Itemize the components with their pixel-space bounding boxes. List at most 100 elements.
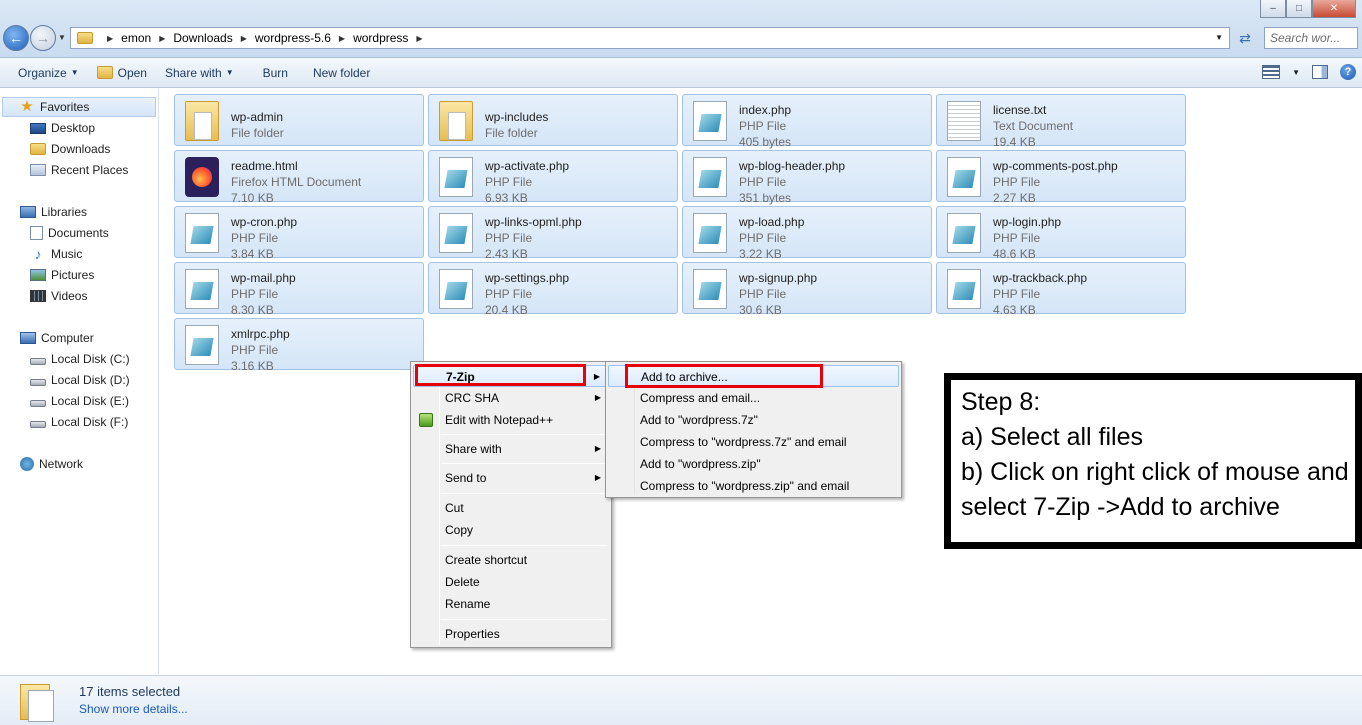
menu-item-properties[interactable]: Properties [413, 623, 609, 645]
sidebar-item-computer[interactable]: Computer [20, 328, 94, 348]
menu-item-crc-sha[interactable]: CRC SHA ▶ [413, 387, 609, 409]
open-label: Open [117, 65, 147, 80]
sidebar-item-disk-e[interactable]: Local Disk (E:) [30, 391, 129, 411]
sidebar-item-disk-f[interactable]: Local Disk (F:) [30, 412, 128, 432]
sidebar-item-label: Pictures [51, 268, 95, 282]
sidebar-item-favorites[interactable]: ★ Favorites [2, 97, 156, 117]
search-input[interactable]: Search wor... [1264, 27, 1358, 49]
php-file-icon [185, 269, 219, 309]
file-item[interactable]: wp-links-opml.php PHP File 2.43 KB [428, 206, 678, 261]
file-item[interactable]: index.php PHP File 405 bytes [682, 94, 932, 149]
breadcrumb-wordpress-5-6[interactable]: wordpress-5.6 [255, 31, 331, 45]
sidebar-item-recent-places[interactable]: Recent Places [30, 160, 128, 180]
menu-item-rename[interactable]: Rename [413, 593, 609, 615]
breadcrumb-wordpress[interactable]: wordpress [353, 31, 408, 45]
file-item[interactable]: wp-mail.php PHP File 8.30 KB [174, 262, 424, 317]
file-item[interactable]: wp-blog-header.php PHP File 351 bytes [682, 150, 932, 205]
sidebar-item-music[interactable]: ♪ Music [30, 244, 83, 264]
sidebar-item-label: Videos [51, 289, 88, 303]
submenu-item-add-zip[interactable]: Add to "wordpress.zip" [608, 453, 899, 475]
address-bar[interactable]: ▶ emon ▶ Downloads ▶ wordpress-5.6 ▶ wor… [70, 27, 1230, 49]
file-item[interactable]: wp-settings.php PHP File 20.4 KB [428, 262, 678, 317]
share-with-button[interactable]: Share with ▼ [156, 58, 243, 88]
file-type: PHP File [485, 231, 533, 245]
refresh-icon[interactable]: ⇄ [1236, 29, 1254, 47]
menu-item-send-to[interactable]: Send to ▶ [413, 467, 609, 489]
new-folder-button[interactable]: New folder [297, 58, 379, 88]
breadcrumb-separator-icon[interactable]: ▶ [107, 34, 113, 43]
submenu-item-compress-7z-email[interactable]: Compress to "wordpress.7z" and email [608, 431, 899, 453]
back-button[interactable]: ← [3, 25, 29, 51]
sidebar-item-disk-d[interactable]: Local Disk (D:) [30, 370, 130, 390]
breadcrumb-downloads[interactable]: Downloads [173, 31, 232, 45]
file-size: 30.6 KB [739, 303, 782, 317]
close-button[interactable]: ✕ [1312, 0, 1356, 18]
forward-button[interactable]: → [30, 25, 56, 51]
file-item[interactable]: wp-signup.php PHP File 30.6 KB [682, 262, 932, 317]
organize-button[interactable]: Organize ▼ [0, 58, 88, 88]
chevron-right-icon: ▶ [594, 393, 601, 402]
burn-button[interactable]: Burn [243, 58, 297, 88]
breadcrumb-emon[interactable]: emon [121, 31, 151, 45]
sidebar-item-network[interactable]: Network [20, 454, 83, 474]
highlight-7zip-box [415, 364, 586, 386]
breadcrumb-separator-icon[interactable]: ▶ [416, 34, 422, 43]
recent-places-icon [30, 164, 46, 176]
sidebar-item-libraries[interactable]: Libraries [20, 202, 87, 222]
file-name: index.php [739, 103, 792, 117]
open-button[interactable]: Open [88, 58, 156, 88]
submenu-item-compress-zip-email[interactable]: Compress to "wordpress.zip" and email [608, 475, 899, 497]
sidebar-item-desktop[interactable]: Desktop [30, 118, 95, 138]
breadcrumb-separator-icon[interactable]: ▶ [159, 34, 165, 43]
file-item[interactable]: xmlrpc.php PHP File 3.16 KB [174, 318, 424, 373]
menu-item-delete[interactable]: Delete [413, 571, 609, 593]
menu-item-label: Delete [445, 575, 480, 589]
sidebar-item-disk-c[interactable]: Local Disk (C:) [30, 349, 130, 369]
sidebar-item-videos[interactable]: Videos [30, 286, 87, 306]
file-item[interactable]: wp-includes File folder [428, 94, 678, 146]
chevron-down-icon[interactable]: ▼ [1292, 68, 1300, 77]
sidebar-item-downloads[interactable]: Downloads [30, 139, 110, 159]
sidebar-item-documents[interactable]: Documents [30, 223, 109, 243]
file-name: wp-trackback.php [993, 271, 1088, 285]
file-name: wp-activate.php [485, 159, 570, 173]
menu-item-copy[interactable]: Copy [413, 519, 609, 541]
help-icon[interactable]: ? [1340, 64, 1356, 80]
file-size: 2.43 KB [485, 247, 528, 261]
preview-pane-icon[interactable] [1312, 65, 1328, 79]
recent-pages-dropdown[interactable]: ▼ [58, 33, 66, 42]
sidebar-item-pictures[interactable]: Pictures [30, 265, 94, 285]
menu-item-create-shortcut[interactable]: Create shortcut [413, 549, 609, 571]
file-item[interactable]: wp-cron.php PHP File 3.84 KB [174, 206, 424, 261]
file-item[interactable]: wp-login.php PHP File 48.6 KB [936, 206, 1186, 261]
file-item[interactable]: wp-load.php PHP File 3.22 KB [682, 206, 932, 261]
submenu-item-add-7z[interactable]: Add to "wordpress.7z" [608, 409, 899, 431]
menu-item-cut[interactable]: Cut [413, 497, 609, 519]
file-type: PHP File [739, 175, 787, 189]
maximize-button[interactable]: □ [1286, 0, 1312, 18]
menu-item-edit-notepad[interactable]: Edit with Notepad++ [413, 409, 609, 431]
breadcrumb-separator-icon[interactable]: ▶ [241, 34, 247, 43]
file-name: xmlrpc.php [231, 327, 290, 341]
file-item[interactable]: wp-activate.php PHP File 6.93 KB [428, 150, 678, 205]
note-line: a) Select all files [961, 423, 1144, 451]
change-view-icon[interactable] [1262, 65, 1281, 79]
file-item[interactable]: wp-comments-post.php PHP File 2.27 KB [936, 150, 1186, 205]
file-item[interactable]: readme.html Firefox HTML Document 7.10 KB [174, 150, 424, 205]
file-name: wp-comments-post.php [993, 159, 1118, 173]
file-item[interactable]: wp-trackback.php PHP File 4.63 KB [936, 262, 1186, 317]
submenu-item-compress-email[interactable]: Compress and email... [608, 387, 899, 409]
menu-item-share-with[interactable]: Share with ▶ [413, 438, 609, 460]
file-name: wp-includes [485, 110, 549, 124]
note-line: b) Click on right click of mouse and [961, 458, 1349, 486]
minimize-button[interactable]: ‒ [1260, 0, 1286, 18]
file-item[interactable]: license.txt Text Document 19.4 KB [936, 94, 1186, 149]
breadcrumb-separator-icon[interactable]: ▶ [339, 34, 345, 43]
address-history-dropdown[interactable]: ▼ [1215, 33, 1223, 42]
menu-item-label: Rename [445, 597, 491, 611]
command-bar: Organize ▼ Open Share with ▼ Burn New fold… [0, 58, 1362, 88]
file-item[interactable]: wp-admin File folder [174, 94, 424, 146]
php-file-icon [693, 101, 727, 141]
network-globe-icon [20, 457, 34, 471]
show-more-details-link[interactable]: Show more details... [79, 702, 188, 716]
